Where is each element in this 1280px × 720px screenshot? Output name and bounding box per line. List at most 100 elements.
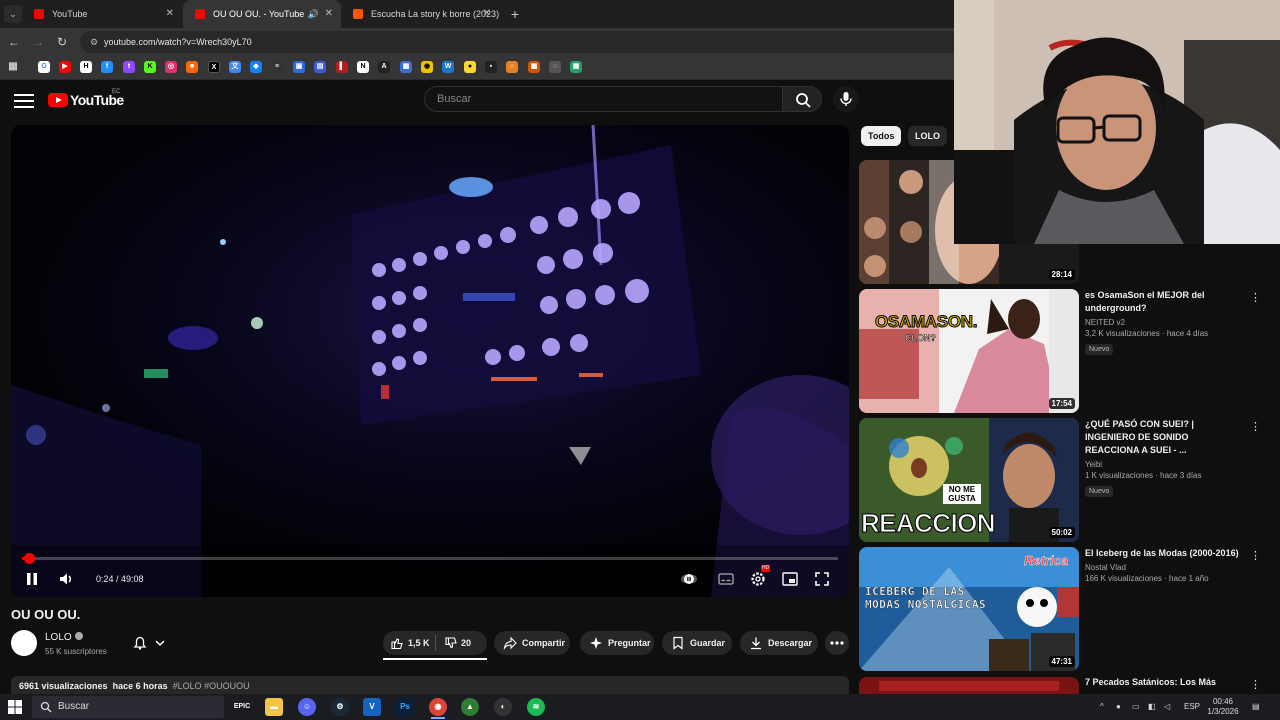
video-info[interactable]: 7 Pecados Satánicos: Los Más — [1085, 676, 1245, 689]
back-button[interactable]: ← — [5, 33, 23, 51]
bookmark-icon[interactable]: W — [442, 61, 454, 73]
discord-icon[interactable]: ☺ — [298, 698, 316, 716]
video-title[interactable]: 7 Pecados Satánicos: Los Más — [1085, 676, 1245, 689]
video-info[interactable]: ¿QUÉ PASÓ CON SUEI? | INGENIERO DE SONID… — [1085, 418, 1245, 498]
video-menu-button[interactable]: ⋮ — [1250, 549, 1261, 563]
video-thumbnail[interactable]: OSAMASON. CLON? 17:54 — [859, 289, 1079, 413]
microphone-tray-icon[interactable]: ● — [1116, 694, 1128, 720]
taskbar-search[interactable]: Buscar — [32, 696, 224, 718]
like-button[interactable]: 1,5 K — [383, 631, 435, 655]
video-menu-button[interactable]: ⋮ — [1250, 678, 1261, 692]
settings-button[interactable]: HD — [747, 565, 771, 590]
video-title[interactable]: El Iceberg de las Modas (2000-2016) — [1085, 547, 1245, 560]
subtitles-button[interactable] — [715, 568, 737, 590]
bookmark-icon[interactable]: ■ — [186, 61, 198, 73]
notifications-tray-icon[interactable]: ▤ — [1252, 694, 1266, 720]
bookmark-icon[interactable]: ▦ — [400, 61, 412, 73]
menu-icon[interactable] — [14, 91, 34, 109]
bookmark-x-icon[interactable]: X — [208, 61, 220, 73]
speaker-icon[interactable]: 🔊 — [308, 0, 319, 28]
search-input[interactable] — [437, 87, 767, 111]
ask-button[interactable]: Preguntar — [580, 631, 654, 655]
bookmark-icon[interactable]: f — [101, 61, 113, 73]
pause-button[interactable] — [21, 568, 43, 590]
bookmark-icon[interactable]: ≡ — [271, 61, 283, 73]
bookmark-icon[interactable]: ▪ — [485, 61, 497, 73]
obs-icon[interactable]: ◐ — [494, 698, 512, 716]
video-channel[interactable]: Nostal Vlad — [1085, 563, 1245, 572]
video-title[interactable]: es OsamaSon el MEJOR del underground? — [1085, 289, 1245, 315]
miniplayer-button[interactable] — [779, 568, 801, 590]
bookmark-icon[interactable]: ◆ — [250, 61, 262, 73]
video-menu-button[interactable]: ⋮ — [1250, 291, 1261, 305]
close-tab-icon[interactable]: ✕ — [483, 0, 491, 28]
search-button[interactable] — [782, 86, 822, 112]
app-icon[interactable]: ▲ — [461, 698, 479, 716]
chip-lolo[interactable]: LOLO — [908, 126, 947, 146]
video-title[interactable]: ¿QUÉ PASÓ CON SUEI? | INGENIERO DE SONID… — [1085, 418, 1245, 457]
notifications-button[interactable] — [126, 631, 174, 655]
voice-search-button[interactable] — [833, 86, 859, 112]
tray-overflow-icon[interactable]: ^ — [1100, 694, 1112, 720]
video-menu-button[interactable]: ⋮ — [1250, 420, 1261, 434]
language-indicator[interactable]: ESP — [1184, 694, 1204, 720]
tab-soundcloud[interactable]: Escucha La story k borre (2023) ✕ — [341, 0, 499, 28]
address-bar[interactable]: ⚙ youtube.com/watch?v=Wrech30yL70 — [80, 31, 980, 53]
video-info[interactable]: El Iceberg de las Modas (2000-2016) Nost… — [1085, 547, 1245, 583]
bookmark-icon[interactable]: ◉ — [421, 61, 433, 73]
close-tab-icon[interactable]: ✕ — [166, 0, 174, 28]
bookmark-kick-icon[interactable]: K — [144, 61, 156, 73]
spotify-icon[interactable]: ≋ — [527, 698, 545, 716]
bookmark-google-icon[interactable]: G — [38, 61, 50, 73]
video-thumbnail[interactable] — [859, 677, 1079, 694]
bookmark-icon[interactable]: ◌ — [549, 61, 561, 73]
download-button[interactable]: Descargar — [740, 631, 818, 655]
more-actions-button[interactable] — [825, 631, 849, 655]
channel-name[interactable]: LOLO — [45, 632, 83, 643]
bookmark-icon[interactable]: A — [378, 61, 390, 73]
tab-ou-ou-ou[interactable]: OU OU OU. - YouTube 🔊 ✕ — [183, 0, 341, 28]
bookmark-icon[interactable]: H — [80, 61, 92, 73]
volume-button[interactable] — [54, 568, 76, 590]
forward-button[interactable]: → — [29, 33, 47, 51]
dislike-button[interactable]: 20 — [436, 631, 487, 655]
site-info-icon[interactable]: ⚙ — [88, 36, 100, 48]
chrome-icon[interactable]: ◉ — [429, 698, 447, 716]
share-button[interactable]: Compartir — [494, 631, 570, 655]
bookmark-icon[interactable]: ▤ — [314, 61, 326, 73]
apps-grid-icon[interactable]: ▦ — [7, 61, 19, 73]
tab-youtube[interactable]: YouTube ✕ — [22, 0, 182, 28]
display-tray-icon[interactable]: ▭ — [1132, 694, 1144, 720]
video-thumbnail[interactable]: NO ME GUSTA REACCION 50:02 — [859, 418, 1079, 542]
video-frame[interactable] — [11, 125, 849, 597]
photoshop-icon[interactable]: Ps — [396, 698, 414, 716]
reload-button[interactable]: ↻ — [53, 33, 71, 51]
bookmark-twitch-icon[interactable]: t — [123, 61, 135, 73]
video-player[interactable]: 0:24 / 49:08 HD — [11, 125, 849, 597]
chip-todos[interactable]: Todos — [861, 126, 902, 146]
bookmark-icon[interactable]: ▌ — [336, 61, 348, 73]
bookmark-icon[interactable]: ▣ — [293, 61, 305, 73]
video-thumbnail[interactable]: ICEBERG DE LAS MODAS NOSTALGICAS Retrica… — [859, 547, 1079, 671]
video-channel[interactable]: NEITED v2 — [1085, 318, 1245, 327]
video-channel[interactable]: Yeibi — [1085, 460, 1245, 469]
volume-tray-icon[interactable]: ◁ — [1164, 694, 1176, 720]
bookmark-notion-icon[interactable]: N — [357, 61, 369, 73]
file-explorer-icon[interactable]: ▬ — [265, 698, 283, 716]
start-button[interactable] — [8, 700, 22, 714]
progress-bar[interactable] — [22, 553, 838, 564]
bookmark-youtube-icon[interactable]: ▶ — [59, 61, 71, 73]
scrubber-handle[interactable] — [23, 553, 35, 564]
autoplay-toggle[interactable] — [678, 568, 700, 590]
bookmark-sheets-icon[interactable]: ▦ — [570, 61, 582, 73]
close-tab-icon[interactable]: ✕ — [325, 0, 333, 28]
bookmark-icon[interactable]: ▩ — [528, 61, 540, 73]
tab-search-button[interactable]: ⌄ — [4, 5, 22, 23]
steam-icon[interactable]: ⚙ — [331, 698, 349, 716]
channel-avatar[interactable] — [11, 630, 37, 656]
save-button[interactable]: Guardar — [662, 631, 732, 655]
hashtags[interactable]: #LOLO #OUOUOU — [173, 681, 250, 691]
bookmark-icon[interactable]: ○ — [506, 61, 518, 73]
description-box[interactable]: 6961 visualizaciones hace 6 horas #LOLO … — [11, 676, 849, 696]
bookmark-instagram-icon[interactable]: ◎ — [165, 61, 177, 73]
